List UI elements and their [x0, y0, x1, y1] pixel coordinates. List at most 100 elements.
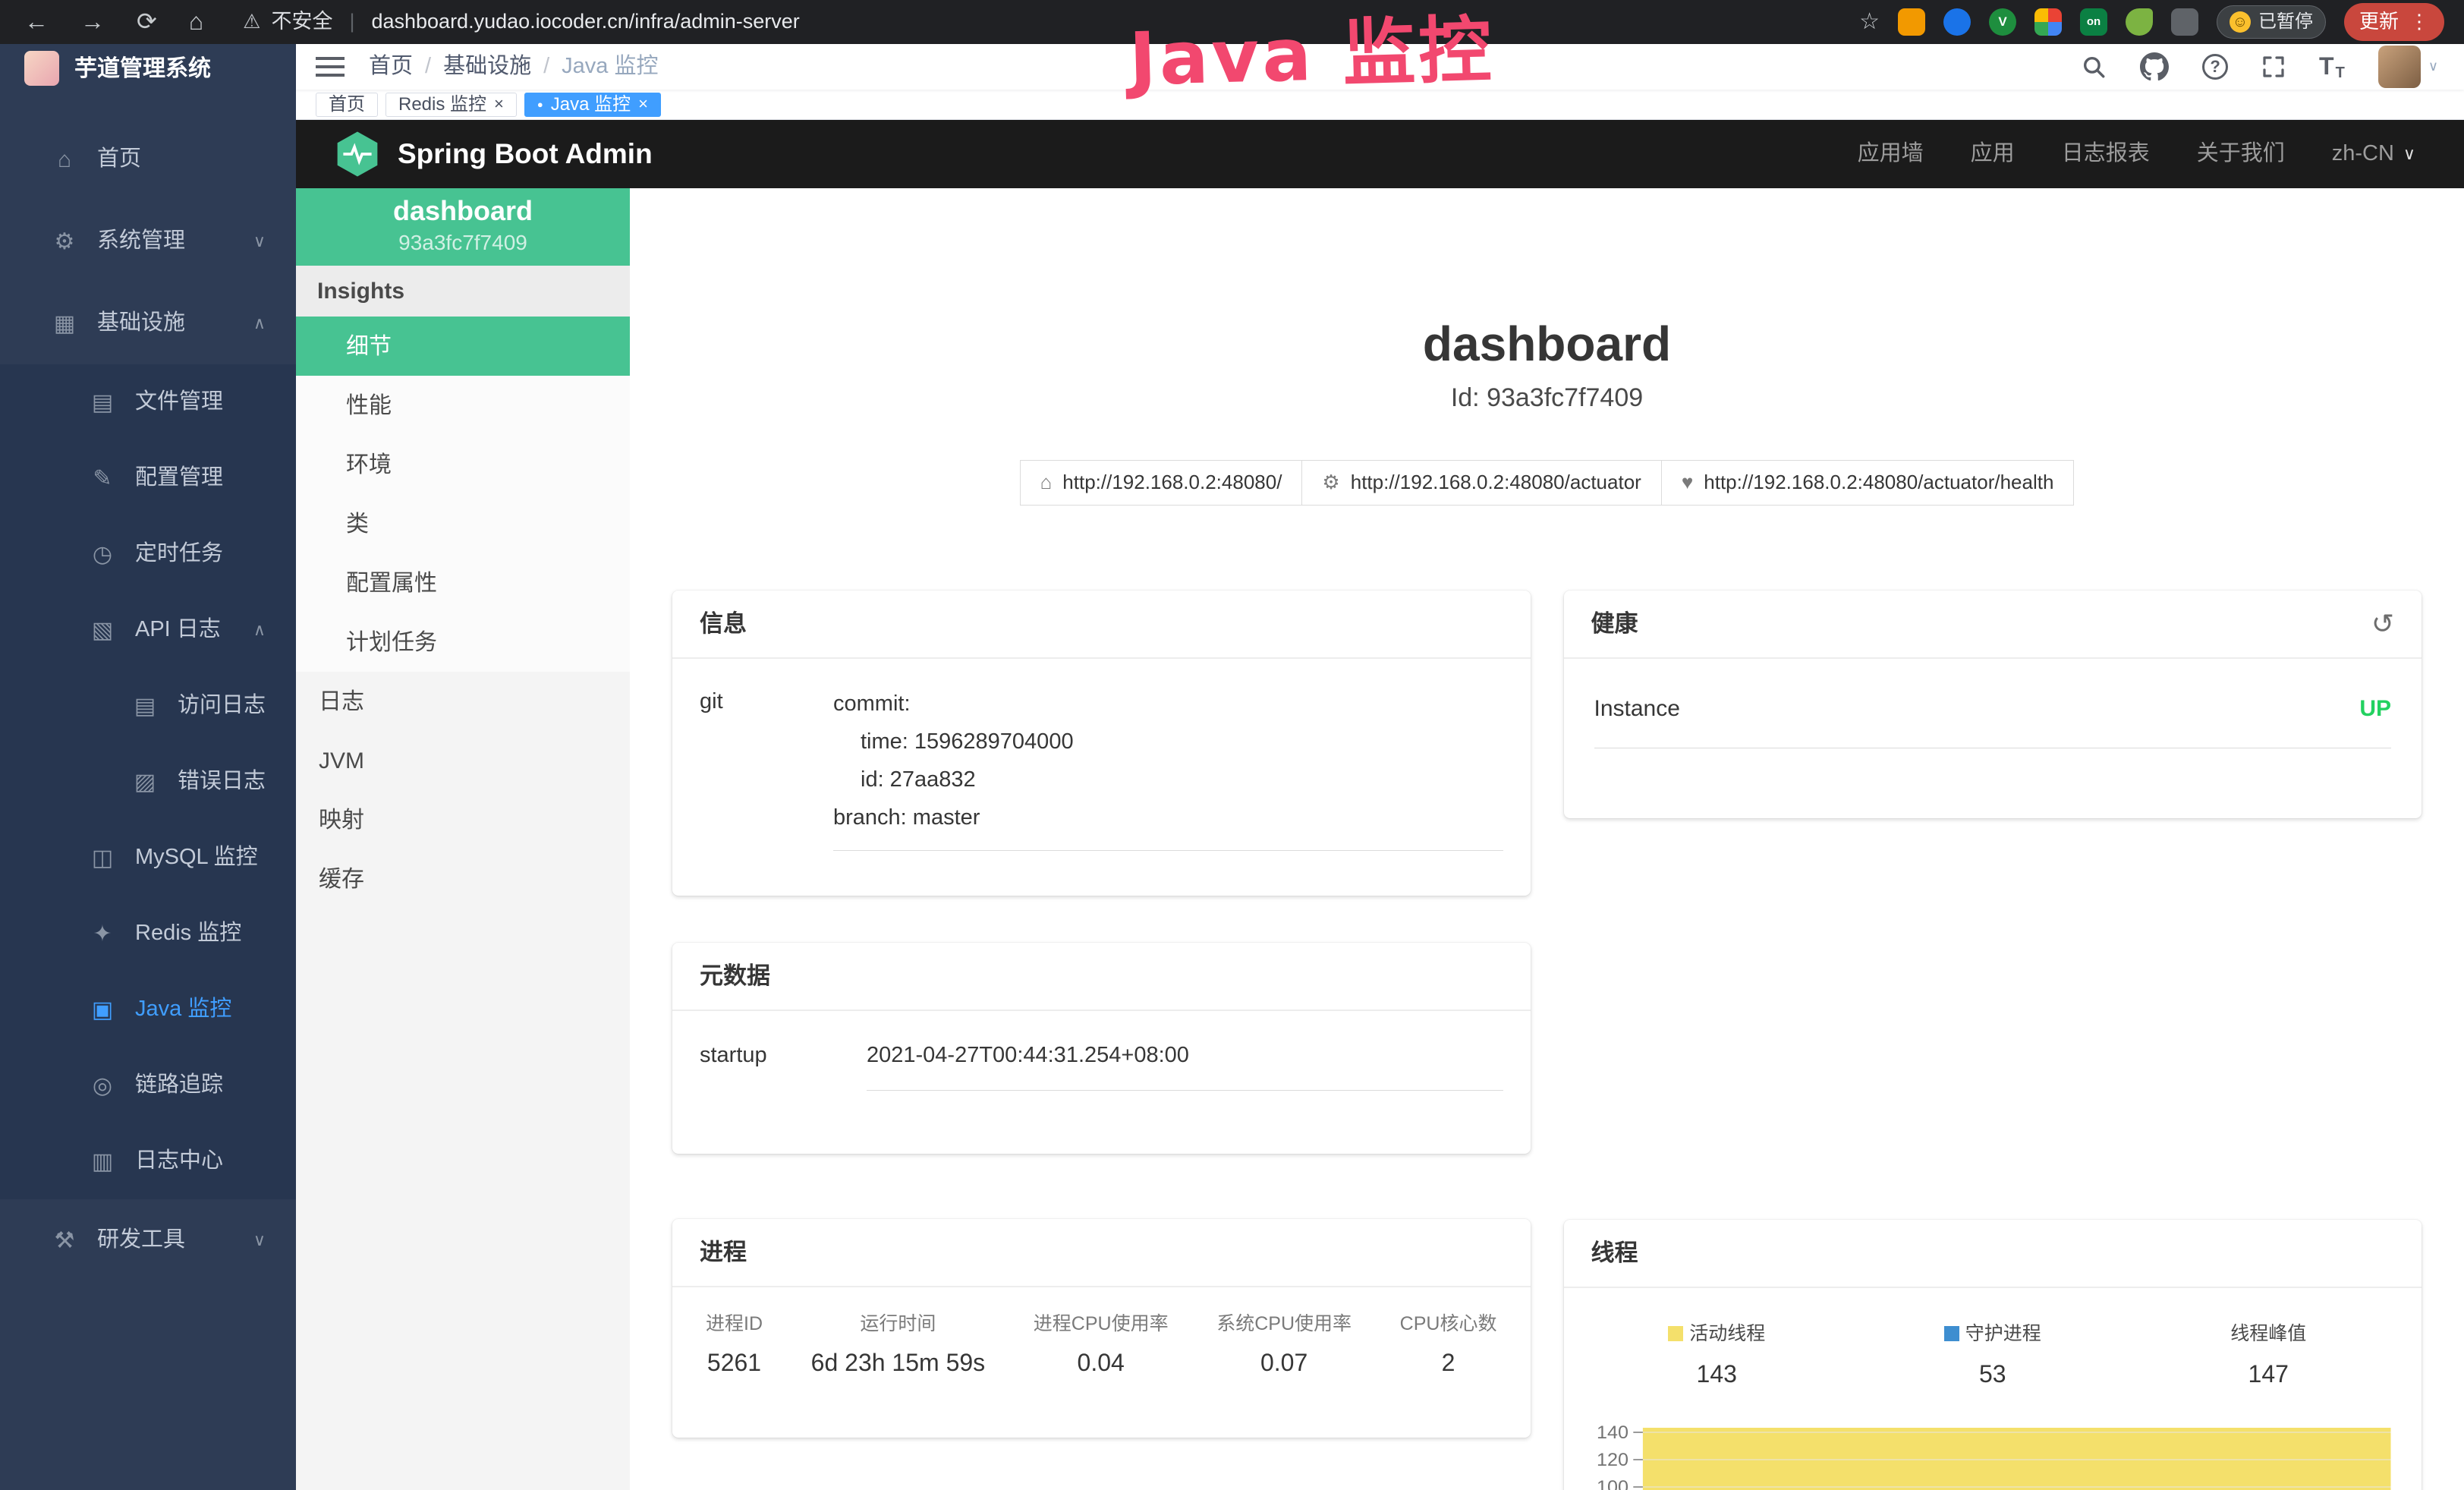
extension-2-icon[interactable]	[1943, 8, 1971, 36]
threads-card-body: 活动线程 143 守护进程	[1564, 1288, 2422, 1490]
back-icon[interactable]: ←	[24, 6, 49, 38]
process-card-header: 进程	[672, 1219, 1531, 1287]
stat-label: CPU核心数	[1400, 1312, 1497, 1337]
app-logo-row[interactable]: 芋道管理系统	[0, 44, 296, 93]
sba-nav-applications[interactable]: 应用	[1971, 140, 2015, 169]
update-button[interactable]: 更新 ⋮	[2344, 3, 2444, 41]
help-icon[interactable]: ?	[2202, 54, 2228, 80]
y-tick: 140	[1597, 1423, 1629, 1443]
browser-toolbar: ← → ⟳ ⌂ ⚠ 不安全 | dashboard.yudao.iocoder.…	[0, 0, 2464, 44]
sba-locale-select[interactable]: zh-CN ∨	[2332, 140, 2415, 169]
sba-instance-id: 93a3fc7f7409	[304, 229, 622, 257]
stat-value: 0.07	[1216, 1347, 1352, 1379]
menu-item-access-logs[interactable]: ▤ 访问日志	[0, 668, 296, 744]
fullscreen-icon[interactable]	[2261, 55, 2286, 79]
menu-label: 基础设施	[97, 309, 185, 338]
menu-item-redis-monitor[interactable]: ✦ Redis 监控	[0, 896, 296, 972]
actuator-url-button[interactable]: ⚙ http://192.168.0.2:48080/actuator	[1301, 460, 1661, 506]
thread-stat: 线程峰值 147	[2185, 1321, 2352, 1390]
menu-item-scheduled-jobs[interactable]: ◷ 定时任务	[0, 516, 296, 592]
menu-item-config-management[interactable]: ✎ 配置管理	[0, 440, 296, 516]
sba-sidebar: dashboard 93a3fc7f7409 Insights 细节 性能 环境…	[296, 188, 630, 1490]
sba-item-loggers[interactable]: 日志	[296, 672, 630, 731]
sba-item-caches[interactable]: 缓存	[296, 849, 630, 909]
breadcrumb: 首页 / 基础设施 / Java 监控	[369, 52, 658, 81]
sba-item-metrics[interactable]: 性能	[296, 376, 630, 435]
extension-1-icon[interactable]	[1898, 8, 1925, 36]
extensions-puzzle-icon[interactable]	[2171, 8, 2198, 36]
forward-icon[interactable]: →	[80, 6, 105, 38]
browser-window: ← → ⟳ ⌂ ⚠ 不安全 | dashboard.yudao.iocoder.…	[0, 0, 2464, 1490]
close-icon[interactable]: ×	[638, 93, 648, 115]
thread-stat: 活动线程 143	[1633, 1321, 1800, 1390]
health-instance-label: Instance	[1594, 694, 1680, 723]
menu-item-log-center[interactable]: ▥ 日志中心	[0, 1123, 296, 1199]
address-bar[interactable]: ⚠ 不安全 | dashboard.yudao.iocoder.cn/infra…	[222, 8, 1852, 35]
extension-3-icon[interactable]: V	[1989, 8, 2016, 36]
history-icon[interactable]: ↺	[2371, 610, 2394, 638]
legend-swatch-blue	[1944, 1326, 1959, 1341]
user-avatar[interactable]	[2378, 46, 2421, 88]
paused-badge[interactable]: ☺ 已暂停	[2217, 5, 2326, 38]
hamburger-icon[interactable]	[316, 57, 345, 77]
breadcrumb-home[interactable]: 首页	[369, 52, 413, 81]
menu-label: API 日志	[135, 616, 221, 644]
extension-4-icon[interactable]	[2034, 8, 2062, 36]
menu-item-infrastructure[interactable]: ▦ 基础设施 ∧	[0, 282, 296, 364]
process-stat: 进程CPU使用率 0.04	[1034, 1312, 1169, 1378]
browser-home-icon[interactable]: ⌂	[189, 6, 203, 38]
extension-5-icon[interactable]: on	[2080, 8, 2107, 36]
tab-home[interactable]: 首页	[316, 93, 378, 117]
process-stat: 进程ID 5261	[706, 1312, 763, 1378]
tab-redis-monitor[interactable]: Redis 监控 ×	[385, 93, 517, 117]
font-size-icon[interactable]: T T	[2319, 51, 2345, 83]
sba-nav-journal[interactable]: 日志报表	[2062, 140, 2150, 169]
sba-item-beans[interactable]: 类	[296, 494, 630, 553]
sba-item-details[interactable]: 细节	[296, 317, 630, 376]
health-card: 健康 ↺ Instance UP	[1564, 591, 2422, 818]
cards-grid: 信息 git commit: time: 1596289704000 id: 2…	[672, 591, 2422, 1490]
legend-swatch-yellow	[1668, 1326, 1683, 1341]
menu-item-mysql-monitor[interactable]: ◫ MySQL 监控	[0, 820, 296, 896]
health-row[interactable]: Instance UP	[1594, 694, 2392, 748]
browser-menu-dots-icon[interactable]: ⋮	[2409, 9, 2429, 35]
sba-insights-menu: 细节 性能 环境 类 配置属性 计划任务	[296, 317, 630, 672]
menu-label: 链路追踪	[135, 1071, 223, 1100]
stat-label: 系统CPU使用率	[1216, 1312, 1352, 1337]
close-icon[interactable]: ×	[494, 93, 504, 115]
instance-url-button[interactable]: ⌂ http://192.168.0.2:48080/	[1020, 460, 1303, 506]
tab-java-monitor[interactable]: ● Java 监控 ×	[524, 93, 661, 117]
menu-item-tracing[interactable]: ◎ 链路追踪	[0, 1047, 296, 1123]
github-icon[interactable]	[2140, 52, 2169, 81]
sba-brand[interactable]: Spring Boot Admin	[335, 131, 653, 178]
health-url-button[interactable]: ♥ http://192.168.0.2:48080/actuator/heal…	[1661, 460, 2075, 506]
card-title: 健康	[1591, 609, 1638, 639]
sba-item-scheduled-tasks[interactable]: 计划任务	[296, 613, 630, 672]
url-text: dashboard.yudao.iocoder.cn/infra/admin-s…	[371, 8, 799, 35]
bookmark-star-icon[interactable]: ☆	[1859, 7, 1880, 36]
sba-item-mappings[interactable]: 映射	[296, 790, 630, 849]
sba-item-config-props[interactable]: 配置属性	[296, 553, 630, 613]
search-icon[interactable]	[2081, 54, 2107, 80]
sba-sidebar-section-insights: Insights	[296, 266, 630, 317]
extension-6-icon[interactable]	[2126, 8, 2153, 36]
menu-item-error-logs[interactable]: ▨ 错误日志	[0, 744, 296, 820]
sba-item-jvm[interactable]: JVM	[296, 731, 630, 790]
sba-nav-wallboard[interactable]: 应用墙	[1858, 140, 1924, 169]
menu-item-file-management[interactable]: ▤ 文件管理	[0, 364, 296, 440]
menu-item-system-management[interactable]: ⚙ 系统管理 ∨	[0, 200, 296, 282]
menu-item-api-logs[interactable]: ▧ API 日志 ∧	[0, 592, 296, 668]
refresh-icon[interactable]: ⟳	[137, 6, 157, 38]
menu-item-devtools[interactable]: ⚒ 研发工具 ∨	[0, 1199, 296, 1281]
menu-item-home[interactable]: ⌂ 首页	[0, 118, 296, 200]
security-warning-icon[interactable]: ⚠	[243, 9, 260, 35]
process-stat: CPU核心数 2	[1400, 1312, 1497, 1378]
menu-label: 系统管理	[97, 227, 185, 256]
menu-item-java-monitor[interactable]: ▣ Java 监控	[0, 972, 296, 1047]
sba-nav-about[interactable]: 关于我们	[2197, 140, 2285, 169]
app-title: 芋道管理系统	[74, 54, 211, 83]
user-menu[interactable]: ∨	[2378, 46, 2438, 88]
sba-item-environment[interactable]: 环境	[296, 435, 630, 494]
sba-instance-header[interactable]: dashboard 93a3fc7f7409	[296, 188, 630, 266]
process-stat: 运行时间 6d 23h 15m 59s	[811, 1312, 986, 1378]
